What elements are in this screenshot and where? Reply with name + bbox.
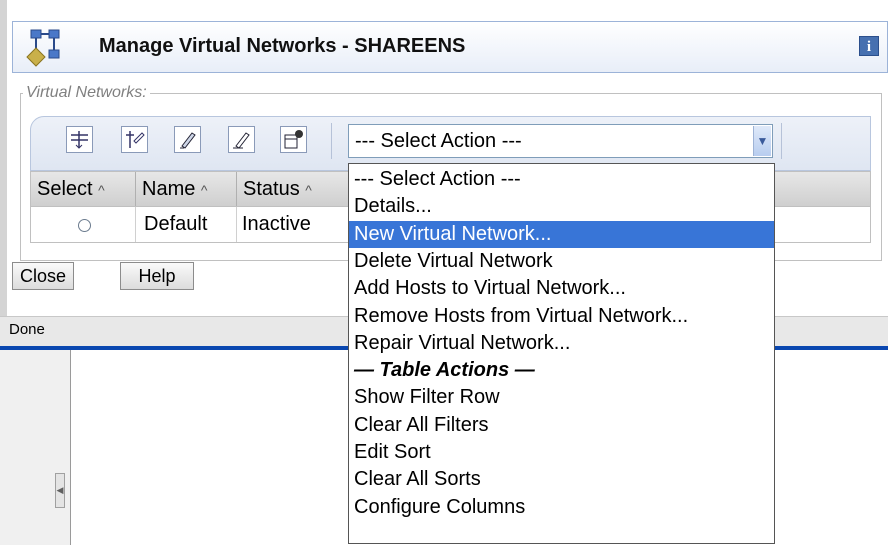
dropdown-option[interactable]: Details... — [349, 193, 774, 220]
dropdown-option[interactable]: Repair Virtual Network... — [349, 330, 774, 357]
row-name: Default — [136, 207, 237, 242]
filter-icon[interactable] — [66, 126, 93, 153]
dropdown-option[interactable]: Clear All Sorts — [349, 466, 774, 493]
collapse-handle-icon[interactable]: ◀ — [55, 473, 65, 508]
row-status: Inactive — [237, 207, 349, 242]
edit-icon[interactable] — [174, 126, 201, 153]
filter-clear-icon[interactable] — [121, 126, 148, 153]
status-text: Done — [9, 321, 45, 338]
column-header-select[interactable]: Select ^ — [31, 172, 136, 206]
row-radio[interactable] — [78, 219, 91, 232]
toolbar-separator — [781, 123, 782, 159]
dropdown-option[interactable]: Show Filter Row — [349, 384, 774, 411]
dropdown-option[interactable]: Remove Hosts from Virtual Network... — [349, 303, 774, 330]
action-select-value: --- Select Action --- — [355, 130, 522, 152]
section-legend: Virtual Networks: — [23, 84, 150, 102]
dropdown-option[interactable]: Add Hosts to Virtual Network... — [349, 275, 774, 302]
action-dropdown-list: --- Select Action --- Details... New Virtu… — [348, 163, 775, 544]
dropdown-option[interactable]: Configure Columns — [349, 494, 774, 521]
page-title: Manage Virtual Networks - SHAREENS — [99, 35, 466, 57]
chevron-down-icon[interactable]: ▼ — [753, 126, 771, 156]
sort-icon: ^ — [98, 182, 105, 198]
help-button[interactable]: Help — [120, 262, 194, 290]
column-header-name[interactable]: Name ^ — [136, 172, 237, 206]
info-icon[interactable]: i — [859, 36, 879, 56]
dropdown-option[interactable]: Edit Sort — [349, 439, 774, 466]
toolbar-separator — [331, 123, 332, 159]
row-select-cell — [31, 207, 136, 242]
dropdown-section-header: — Table Actions — — [354, 359, 535, 382]
left-edge — [0, 0, 7, 350]
clear-edit-icon[interactable] — [228, 126, 255, 153]
dropdown-option[interactable]: --- Select Action --- — [349, 166, 774, 193]
dropdown-option[interactable]: New Virtual Network... — [349, 220, 774, 248]
app-window: Manage Virtual Networks - SHAREENS i Vir… — [0, 0, 888, 545]
sort-icon: ^ — [200, 182, 208, 198]
configure-columns-icon[interactable] — [280, 126, 307, 153]
close-button[interactable]: Close — [12, 262, 74, 290]
dropdown-option[interactable]: Delete Virtual Network — [349, 248, 774, 275]
lower-side-panel — [0, 350, 71, 545]
sort-icon: ^ — [305, 182, 312, 198]
network-icon — [26, 29, 60, 67]
column-header-status[interactable]: Status ^ — [237, 172, 349, 206]
title-bar: Manage Virtual Networks - SHAREENS i — [12, 21, 888, 73]
action-select[interactable]: --- Select Action --- ▼ — [348, 124, 773, 158]
dropdown-option[interactable]: Clear All Filters — [349, 412, 774, 439]
